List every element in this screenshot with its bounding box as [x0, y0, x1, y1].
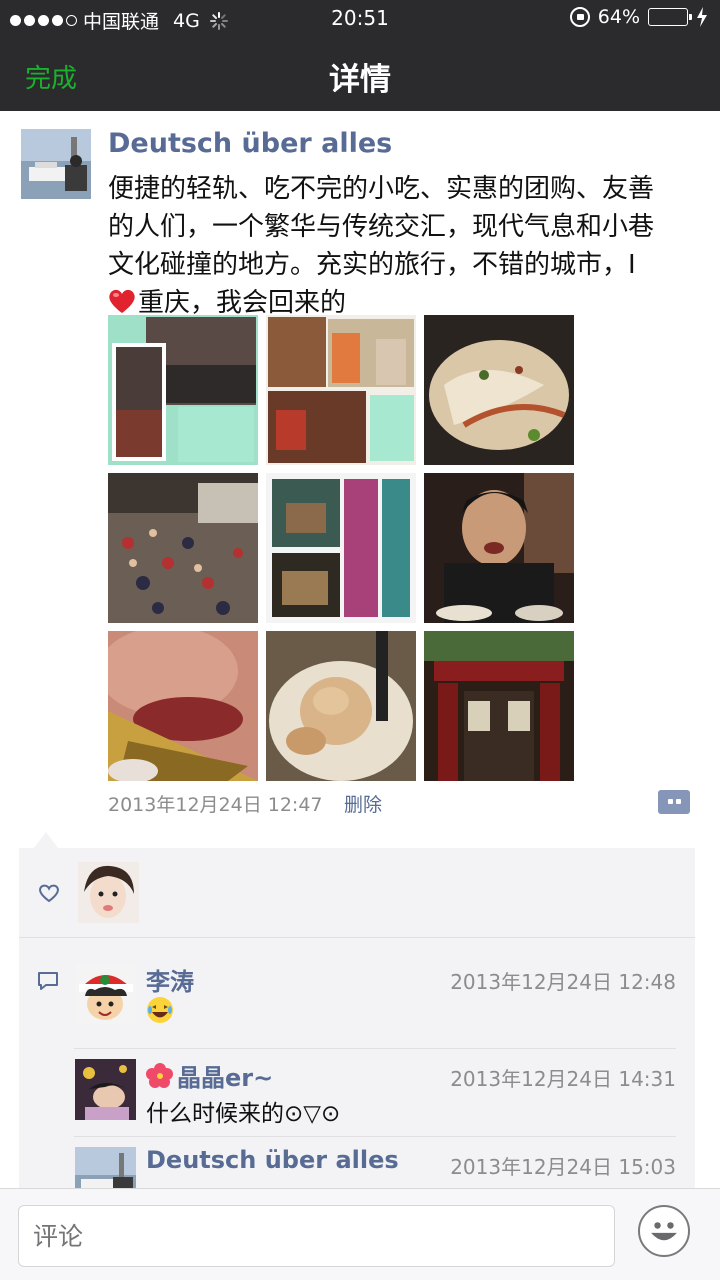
battery-icon: [648, 8, 692, 26]
photo-grid: [108, 315, 574, 781]
comment-bubble-icon: [38, 972, 58, 990]
comment-timestamp: 2013年12月24日 12:48: [450, 970, 676, 994]
photo-thumbnail[interactable]: [424, 631, 574, 781]
liker-avatar[interactable]: [78, 862, 139, 923]
comment-action-button[interactable]: [658, 790, 690, 814]
comment-timestamp: 2013年12月24日 14:31: [450, 1067, 676, 1091]
post-timestamp: 2013年12月24日 12:47: [108, 794, 323, 816]
photo-thumbnail[interactable]: [108, 473, 258, 623]
orientation-lock-icon: [569, 7, 590, 27]
photo-thumbnail[interactable]: [424, 473, 574, 623]
post-text-line: 的人们，一个繁华与传统交汇，现代气息和小巷: [108, 212, 655, 242]
comment-text: 什么时候来的⊙▽⊙: [146, 1101, 341, 1127]
status-bar: 中国联通 4G 20:51 64%: [0, 0, 720, 36]
comment-timestamp: 2013年12月24日 15:03: [450, 1155, 676, 1179]
navigation-bar: 完成 详情: [0, 36, 720, 111]
battery-percent: 64%: [597, 6, 640, 28]
emoji-smiley-icon[interactable]: [638, 1205, 690, 1257]
author-avatar[interactable]: [21, 129, 91, 199]
comment-input[interactable]: [18, 1205, 615, 1267]
photo-thumbnail[interactable]: [266, 473, 416, 623]
post-text-line: 便捷的轻轨、吃不完的小吃、实惠的团购、友善: [108, 174, 655, 204]
commenter-avatar[interactable]: [75, 1059, 136, 1120]
post-author-name[interactable]: Deutsch über alles: [108, 128, 392, 159]
commenter-avatar[interactable]: [75, 964, 136, 1025]
post-text: 便捷的轻轨、吃不完的小吃、实惠的团购、友善 的人们，一个繁华与传统交汇，现代气息…: [108, 170, 698, 322]
panel-divider: [19, 937, 695, 938]
commenter-name[interactable]: Deutsch über alles: [146, 1146, 399, 1174]
charging-bolt-icon: [697, 7, 707, 27]
photo-thumbnail[interactable]: [266, 631, 416, 781]
comment-divider: [74, 1136, 676, 1137]
delete-button[interactable]: 删除: [344, 790, 382, 817]
comment-input-bar: [0, 1188, 720, 1280]
comment-divider: [74, 1048, 676, 1049]
photo-thumbnail[interactable]: [266, 315, 416, 465]
commenter-name-text[interactable]: 晶晶er~: [177, 1064, 273, 1092]
red-heart-icon: [109, 289, 135, 313]
page-title: 详情: [329, 62, 391, 98]
post-text-line: 文化碰撞的地方。充实的旅行，不错的城市，I: [108, 250, 636, 280]
laughing-emoji-icon: [147, 997, 173, 1023]
photo-thumbnail[interactable]: [424, 315, 574, 465]
post-text-line-end: 重庆，我会回来的: [138, 288, 347, 318]
photo-thumbnail[interactable]: [108, 631, 258, 781]
comment-text: [146, 996, 174, 1030]
photo-thumbnail[interactable]: [108, 315, 258, 465]
commenter-name[interactable]: 晶晶er~: [146, 1058, 273, 1093]
hibiscus-emoji-icon: [146, 1063, 173, 1088]
panel-arrow: [34, 832, 58, 848]
commenter-name[interactable]: 李涛: [146, 962, 194, 997]
heart-outline-icon: [39, 884, 59, 903]
